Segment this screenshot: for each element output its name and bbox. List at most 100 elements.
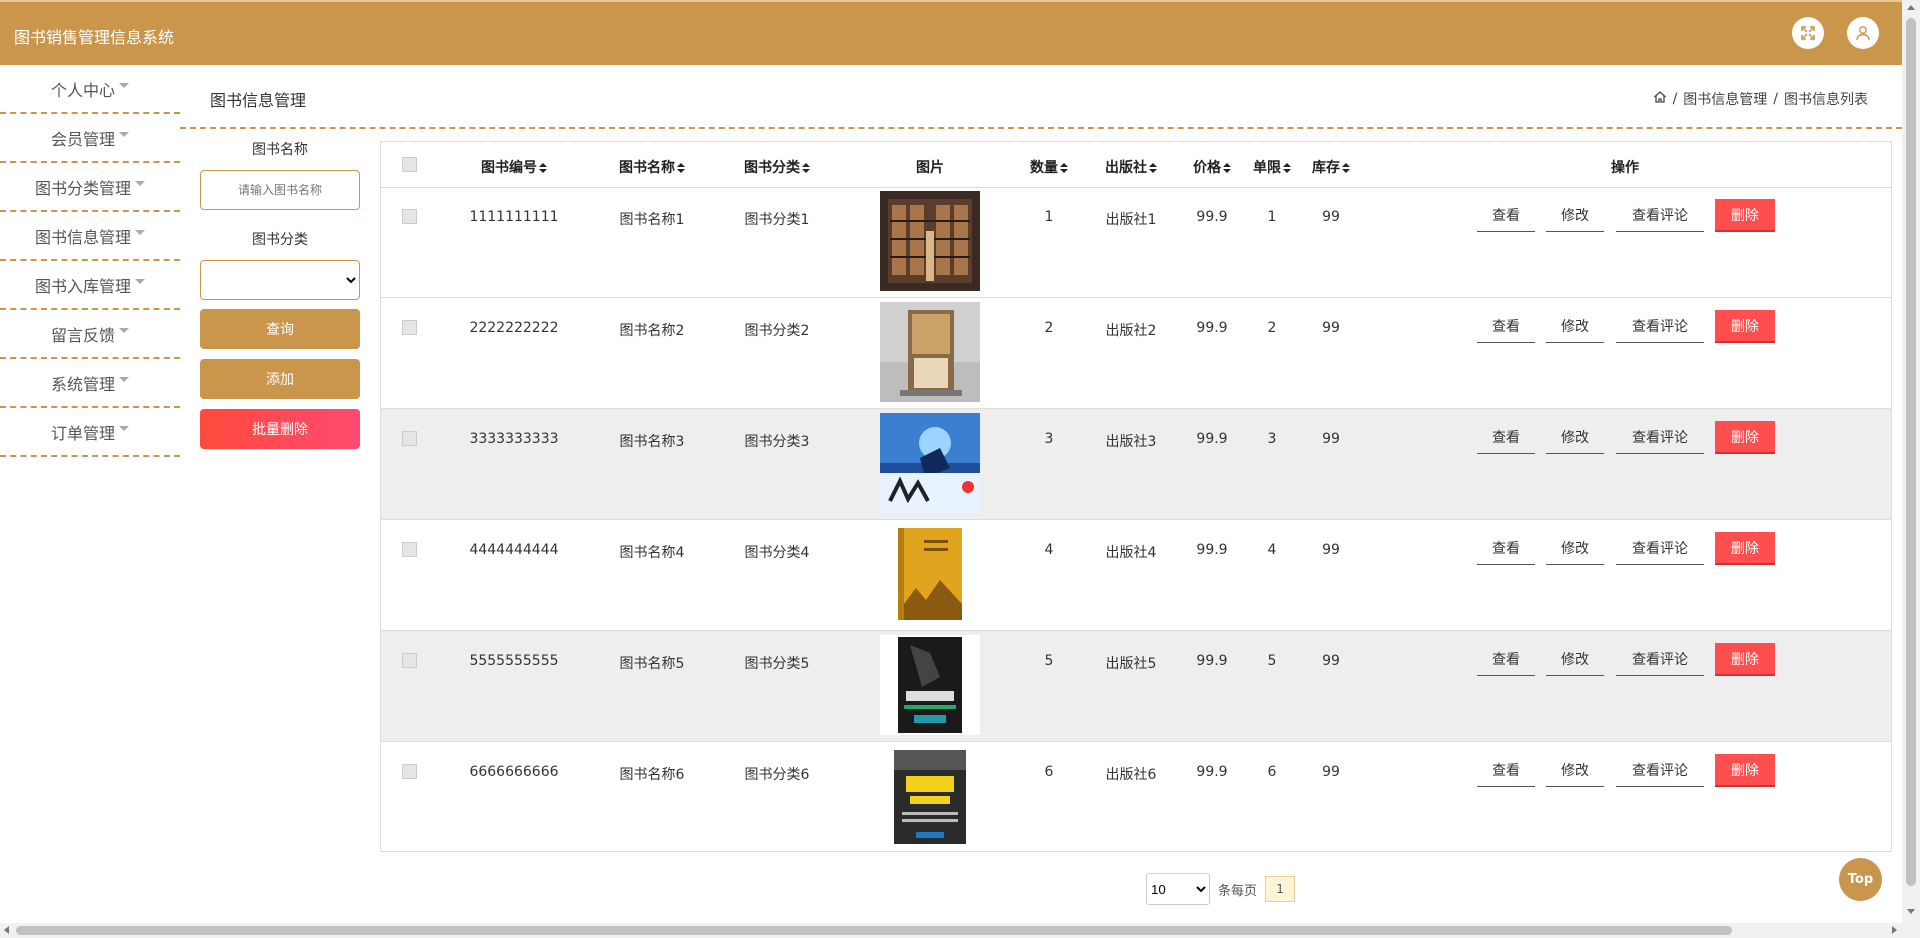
table-row: 3333333333 图书名称3 图书分类3 3 出版社3 99.9 3 99 …	[381, 409, 1891, 520]
delete-button[interactable]: 删除	[1715, 643, 1775, 676]
home-icon[interactable]	[1653, 90, 1667, 108]
table-row: 2222222222 图书名称2 图书分类2 2 出版社2 99.9 2 99 …	[381, 298, 1891, 409]
row-checkbox[interactable]	[402, 209, 417, 224]
table-row: 6666666666 图书名称6 图书分类6 6 出版社6 99.9 6 99 …	[381, 742, 1891, 853]
delete-button[interactable]: 删除	[1715, 421, 1775, 454]
view-comments-button[interactable]: 查看评论	[1616, 754, 1704, 787]
row-checkbox[interactable]	[402, 764, 417, 779]
cell-price: 99.9	[1196, 653, 1228, 669]
per-page-label: 条每页	[1218, 883, 1258, 899]
cell-limit: 6	[1267, 764, 1277, 780]
cell-category: 图书分类1	[744, 212, 810, 228]
cell-limit: 3	[1267, 431, 1277, 447]
cell-publisher: 出版社4	[1105, 545, 1157, 561]
page-size-select[interactable]: 10	[1146, 873, 1210, 905]
delete-button[interactable]: 删除	[1715, 532, 1775, 565]
edit-button[interactable]: 修改	[1546, 310, 1604, 343]
header-stock[interactable]: 库存	[1312, 157, 1350, 177]
view-button[interactable]: 查看	[1477, 754, 1535, 787]
sidebar-item-book-categories[interactable]: 图书分类管理	[0, 163, 180, 212]
sidebar-item-orders[interactable]: 订单管理	[0, 408, 180, 457]
cell-publisher: 出版社5	[1105, 656, 1157, 672]
scroll-up-icon[interactable]	[1907, 5, 1915, 10]
view-button[interactable]: 查看	[1477, 421, 1535, 454]
horizontal-scrollbar[interactable]	[0, 923, 1920, 938]
header-publisher[interactable]: 出版社	[1105, 157, 1157, 177]
view-button[interactable]: 查看	[1477, 532, 1535, 565]
cell-name: 图书名称1	[619, 212, 685, 228]
delete-button[interactable]: 删除	[1715, 310, 1775, 343]
page-title: 图书信息管理	[210, 91, 307, 110]
cell-name: 图书名称3	[619, 434, 685, 450]
header-name[interactable]: 图书名称	[619, 157, 685, 177]
chevron-down-icon	[119, 83, 129, 88]
chevron-down-icon	[135, 279, 145, 284]
vertical-scroll-thumb[interactable]	[1906, 18, 1916, 886]
user-icon[interactable]	[1847, 17, 1879, 49]
row-checkbox[interactable]	[402, 653, 417, 668]
query-button[interactable]: 查询	[200, 309, 360, 349]
page-number-button[interactable]: 1	[1265, 876, 1296, 902]
sort-icon	[1342, 163, 1350, 173]
sort-icon	[539, 163, 547, 173]
book-cover-image	[880, 302, 980, 402]
cell-name: 图书名称5	[619, 656, 685, 672]
sort-icon	[1283, 163, 1291, 173]
top-bar: 图书销售管理信息系统	[0, 0, 1902, 65]
view-comments-button[interactable]: 查看评论	[1616, 532, 1704, 565]
batch-delete-button[interactable]: 批量删除	[200, 409, 360, 449]
horizontal-scroll-thumb[interactable]	[16, 926, 1732, 935]
header-category[interactable]: 图书分类	[744, 157, 810, 177]
edit-button[interactable]: 修改	[1546, 532, 1604, 565]
view-comments-button[interactable]: 查看评论	[1616, 421, 1704, 454]
chevron-down-icon	[135, 230, 145, 235]
cell-code: 2222222222	[469, 320, 559, 336]
view-comments-button[interactable]: 查看评论	[1616, 643, 1704, 676]
book-cover-image	[880, 191, 980, 291]
breadcrumb-item[interactable]: 图书信息管理	[1683, 89, 1767, 109]
header-limit[interactable]: 单限	[1253, 157, 1291, 177]
row-checkbox[interactable]	[402, 320, 417, 335]
scroll-down-icon[interactable]	[1907, 909, 1915, 914]
view-button[interactable]: 查看	[1477, 643, 1535, 676]
breadcrumb: / 图书信息管理 / 图书信息列表	[1653, 89, 1868, 109]
sidebar-item-book-stockin[interactable]: 图书入库管理	[0, 261, 180, 310]
edit-button[interactable]: 修改	[1546, 199, 1604, 232]
book-category-select[interactable]	[200, 260, 360, 300]
cell-publisher: 出版社1	[1105, 212, 1157, 228]
sidebar-item-members[interactable]: 会员管理	[0, 114, 180, 163]
view-comments-button[interactable]: 查看评论	[1616, 310, 1704, 343]
row-checkbox[interactable]	[402, 431, 417, 446]
edit-button[interactable]: 修改	[1546, 643, 1604, 676]
sidebar-item-feedback[interactable]: 留言反馈	[0, 310, 180, 359]
book-name-label: 图书名称	[252, 142, 308, 158]
cell-qty: 6	[1044, 764, 1054, 780]
select-all-checkbox[interactable]	[402, 157, 417, 172]
back-to-top-button[interactable]: Top	[1839, 858, 1882, 901]
view-comments-button[interactable]: 查看评论	[1616, 199, 1704, 232]
sidebar-item-personal-center[interactable]: 个人中心	[0, 65, 180, 114]
book-cover-image	[880, 635, 980, 735]
row-checkbox[interactable]	[402, 542, 417, 557]
delete-button[interactable]: 删除	[1715, 754, 1775, 787]
view-button[interactable]: 查看	[1477, 199, 1535, 232]
edit-button[interactable]: 修改	[1546, 421, 1604, 454]
cell-qty: 2	[1044, 320, 1054, 336]
scroll-left-icon[interactable]	[4, 926, 9, 934]
cell-limit: 1	[1267, 209, 1277, 225]
table-row: 1111111111 图书名称1 图书分类1 1 出版社1 99.9 1 99 …	[381, 187, 1891, 298]
header-qty[interactable]: 数量	[1030, 157, 1068, 177]
scroll-right-icon[interactable]	[1892, 926, 1897, 934]
edit-button[interactable]: 修改	[1546, 754, 1604, 787]
header-code[interactable]: 图书编号	[481, 157, 547, 177]
view-button[interactable]: 查看	[1477, 310, 1535, 343]
vertical-scrollbar[interactable]	[1902, 0, 1920, 923]
add-button[interactable]: 添加	[200, 359, 360, 399]
sidebar-item-system[interactable]: 系统管理	[0, 359, 180, 408]
header-price[interactable]: 价格	[1193, 157, 1231, 177]
sidebar-item-book-info[interactable]: 图书信息管理	[0, 212, 180, 261]
book-name-input[interactable]	[200, 170, 360, 210]
fullscreen-icon[interactable]	[1792, 17, 1824, 49]
delete-button[interactable]: 删除	[1715, 199, 1775, 232]
cell-limit: 5	[1267, 653, 1277, 669]
